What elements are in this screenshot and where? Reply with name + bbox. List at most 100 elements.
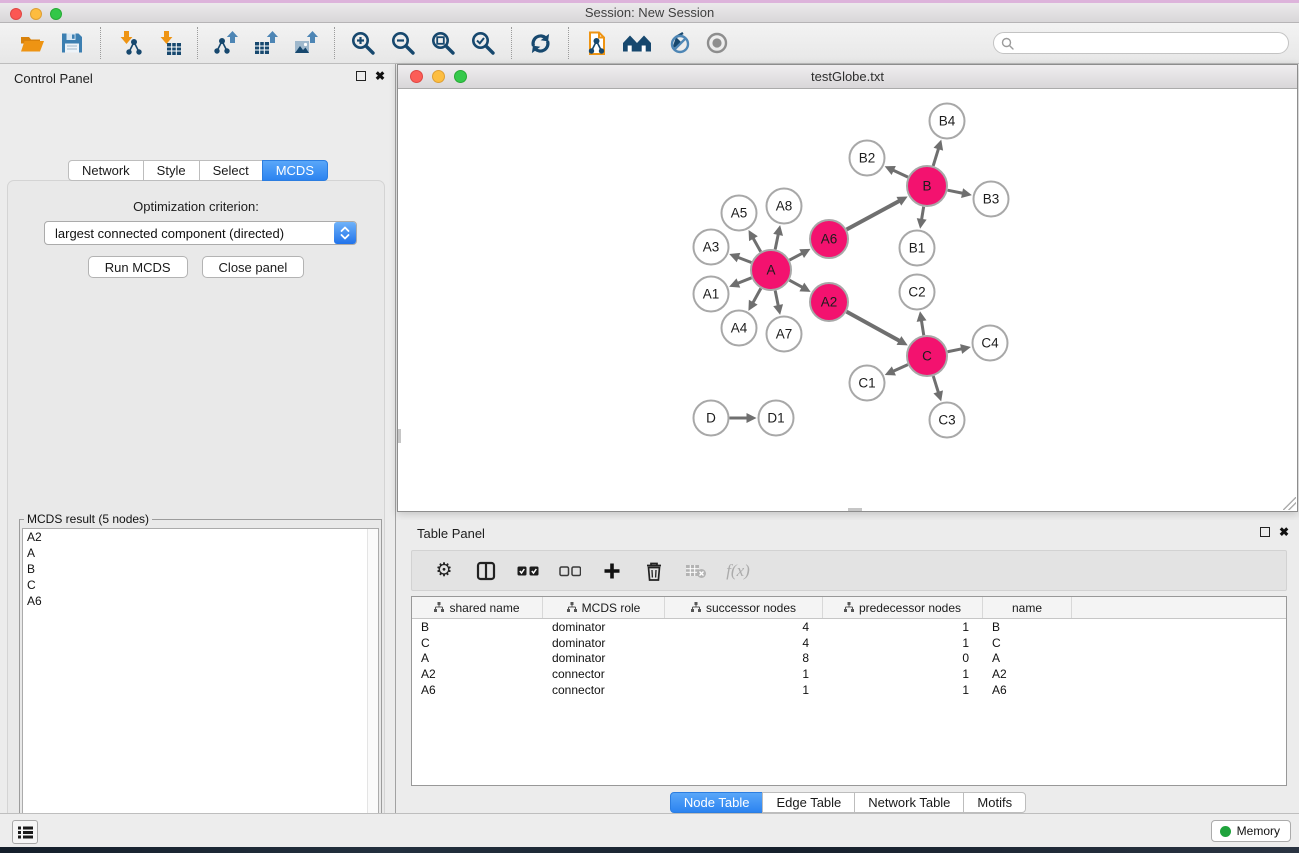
- list-scrollbar[interactable]: [367, 529, 378, 853]
- tab-style[interactable]: Style: [143, 160, 200, 181]
- node-label-A5: A5: [731, 206, 748, 221]
- edge-A-A1[interactable]: [737, 278, 752, 284]
- zoom-fit-icon[interactable]: [423, 26, 463, 60]
- select-all-icon[interactable]: [512, 555, 544, 587]
- optimization-criterion-select[interactable]: largest connected component (directed): [44, 221, 357, 245]
- window-controls[interactable]: [10, 8, 62, 20]
- memory-button[interactable]: Memory: [1211, 820, 1291, 842]
- network-zoom-button[interactable]: [454, 70, 467, 83]
- open-folder-icon[interactable]: [12, 26, 52, 60]
- tab-motifs[interactable]: Motifs: [963, 792, 1026, 813]
- result-list-item[interactable]: A: [23, 545, 378, 561]
- tab-mcds[interactable]: MCDS: [262, 160, 328, 181]
- result-list-item[interactable]: A6: [23, 593, 378, 609]
- edge-B-B3[interactable]: [948, 190, 964, 193]
- float-table-panel-icon[interactable]: [1260, 527, 1270, 537]
- close-window-button[interactable]: [10, 8, 22, 20]
- edge-C-C2[interactable]: [921, 319, 924, 335]
- mcds-result-list[interactable]: A2ABCA6: [22, 528, 379, 853]
- edge-A-A4[interactable]: [752, 288, 761, 304]
- export-image-icon[interactable]: [286, 26, 326, 60]
- network-view-window[interactable]: testGlobe.txt B4B2BB3B1A5A8A6A3AA1C2A2A4…: [397, 64, 1298, 512]
- zoom-window-button[interactable]: [50, 8, 62, 20]
- edge-A6-B[interactable]: [847, 200, 901, 229]
- duplicate-network-icon[interactable]: [577, 26, 617, 60]
- table-row[interactable]: A2connector11A2: [412, 666, 1286, 682]
- deselect-all-icon[interactable]: [554, 555, 586, 587]
- task-history-button[interactable]: [12, 820, 38, 844]
- tab-node-table[interactable]: Node Table: [670, 792, 764, 813]
- canvas-hscroll-indicator[interactable]: [848, 508, 862, 511]
- column-header-shared-name[interactable]: shared name: [412, 597, 543, 618]
- refresh-icon[interactable]: [520, 26, 560, 60]
- settings-icon[interactable]: ⚙: [428, 555, 460, 587]
- resize-grip-icon[interactable]: [1283, 497, 1296, 510]
- result-list-item[interactable]: A2: [23, 529, 378, 545]
- table-header-row[interactable]: shared nameMCDS rolesuccessor nodesprede…: [412, 597, 1286, 619]
- network-minimize-button[interactable]: [432, 70, 445, 83]
- run-mcds-button[interactable]: Run MCDS: [88, 256, 188, 278]
- result-list-item[interactable]: C: [23, 577, 378, 593]
- memory-label: Memory: [1237, 824, 1280, 838]
- network-close-button[interactable]: [410, 70, 423, 83]
- column-header-name[interactable]: name: [983, 597, 1072, 618]
- edge-C-C3[interactable]: [933, 376, 939, 394]
- edge-A-A6[interactable]: [790, 253, 804, 260]
- edge-C-C4[interactable]: [948, 349, 964, 352]
- edge-C-C1[interactable]: [892, 365, 908, 372]
- tab-edge-table[interactable]: Edge Table: [762, 792, 855, 813]
- edge-B-B1[interactable]: [921, 207, 923, 221]
- edge-A-A7[interactable]: [775, 291, 778, 307]
- edge-A2-C[interactable]: [847, 312, 901, 342]
- minimize-window-button[interactable]: [30, 8, 42, 20]
- zoom-in-icon[interactable]: [343, 26, 383, 60]
- table-row[interactable]: A6connector11A6: [412, 682, 1286, 698]
- import-network-icon[interactable]: [109, 26, 149, 60]
- zoom-selected-icon[interactable]: [463, 26, 503, 60]
- edge-B-B4[interactable]: [933, 147, 939, 166]
- table-row[interactable]: Adominator80A: [412, 650, 1286, 666]
- result-list-item[interactable]: B: [23, 561, 378, 577]
- column-header-MCDS-role[interactable]: MCDS role: [543, 597, 665, 618]
- canvas-vscroll-indicator[interactable]: [398, 429, 401, 443]
- column-header-predecessor-nodes[interactable]: predecessor nodes: [823, 597, 983, 618]
- cell-MCDS-role: dominator: [543, 636, 665, 650]
- search-input[interactable]: [1014, 36, 1288, 50]
- tab-select[interactable]: Select: [199, 160, 263, 181]
- network-window-titlebar[interactable]: testGlobe.txt: [398, 65, 1297, 89]
- network-graph[interactable]: B4B2BB3B1A5A8A6A3AA1C2A2A4A7CC4C1C3DD1: [398, 89, 1297, 511]
- function-icon[interactable]: f(x): [722, 555, 754, 587]
- table-row[interactable]: Cdominator41C: [412, 635, 1286, 651]
- column-header-successor-nodes[interactable]: successor nodes: [665, 597, 823, 618]
- home-icon[interactable]: [617, 26, 657, 60]
- edge-A-A2[interactable]: [789, 280, 803, 288]
- node-table[interactable]: shared nameMCDS rolesuccessor nodesprede…: [411, 596, 1287, 786]
- mcds-panel: Optimization criterion: largest connecte…: [7, 180, 385, 853]
- app-titlebar[interactable]: Session: New Session: [0, 3, 1299, 23]
- tab-network[interactable]: Network: [68, 160, 144, 181]
- search-field[interactable]: [993, 32, 1289, 54]
- hide-annotations-icon[interactable]: [657, 26, 697, 60]
- split-panel-icon[interactable]: [470, 555, 502, 587]
- import-table-icon[interactable]: [149, 26, 189, 60]
- edge-A-A8[interactable]: [775, 233, 778, 249]
- delete-column-icon[interactable]: [638, 555, 670, 587]
- add-column-icon[interactable]: [596, 555, 628, 587]
- table-row[interactable]: Bdominator41B: [412, 619, 1286, 635]
- close-panel-icon[interactable]: ✖: [375, 71, 385, 81]
- save-icon[interactable]: [52, 26, 92, 60]
- delete-table-icon[interactable]: [680, 555, 712, 587]
- close-panel-button[interactable]: Close panel: [202, 256, 305, 278]
- zoom-out-icon[interactable]: [383, 26, 423, 60]
- close-table-panel-icon[interactable]: ✖: [1279, 527, 1289, 537]
- export-table-icon[interactable]: [246, 26, 286, 60]
- edge-A-A5[interactable]: [752, 237, 760, 252]
- export-network-icon[interactable]: [206, 26, 246, 60]
- edge-A-A3[interactable]: [737, 257, 752, 263]
- tab-network-table[interactable]: Network Table: [854, 792, 964, 813]
- float-panel-icon[interactable]: [356, 71, 366, 81]
- network-canvas[interactable]: B4B2BB3B1A5A8A6A3AA1C2A2A4A7CC4C1C3DD1: [398, 89, 1297, 511]
- edge-B-B2[interactable]: [892, 170, 908, 177]
- network-window-controls[interactable]: [410, 70, 467, 83]
- eye-icon[interactable]: [697, 26, 737, 60]
